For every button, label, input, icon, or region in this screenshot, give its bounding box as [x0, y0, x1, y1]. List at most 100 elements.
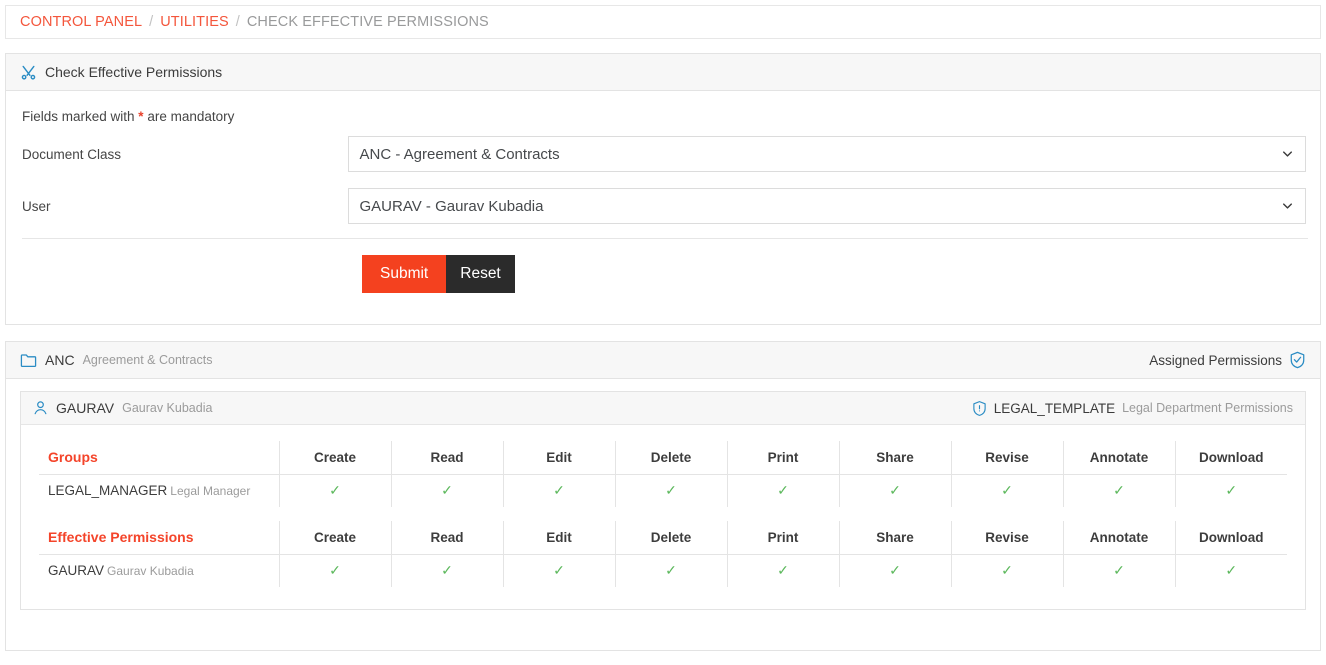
- row-subject: LEGAL_MANAGERLegal Manager: [39, 474, 279, 507]
- column-header-share: Share: [839, 441, 951, 474]
- permission-cell-edit: ✓: [503, 474, 615, 507]
- permission-cell-read: ✓: [391, 554, 503, 587]
- mandatory-note-before: Fields marked with: [22, 109, 138, 124]
- submit-button[interactable]: Submit: [362, 255, 446, 293]
- permission-cell-revise: ✓: [951, 474, 1063, 507]
- document-class-select-wrapper[interactable]: ANC - Agreement & Contracts: [348, 136, 1307, 172]
- results-panel-heading: ANC Agreement & Contracts Assigned Permi…: [6, 342, 1320, 379]
- column-header-revise: Revise: [951, 521, 1063, 554]
- results-body: GAURAV Gaurav Kubadia LEGAL_TEMPLATE Leg…: [6, 379, 1320, 624]
- permission-cell-download: ✓: [1175, 474, 1287, 507]
- user-card-title: GAURAV Gaurav Kubadia: [33, 400, 212, 416]
- check-icon: ✓: [329, 562, 341, 578]
- breadcrumb-separator: /: [149, 14, 153, 30]
- column-header-download: Download: [1175, 521, 1287, 554]
- check-icon: ✓: [1225, 482, 1237, 498]
- permission-cell-revise: ✓: [951, 554, 1063, 587]
- column-header-annotate: Annotate: [1063, 441, 1175, 474]
- breadcrumb-item-utilities[interactable]: UTILITIES: [160, 14, 229, 30]
- row-subject-code: LEGAL_MANAGER: [48, 483, 167, 498]
- permission-cell-print: ✓: [727, 554, 839, 587]
- assigned-permissions-label: Assigned Permissions: [1149, 353, 1282, 368]
- column-header-share: Share: [839, 521, 951, 554]
- check-effective-permissions-panel: Check Effective Permissions Fields marke…: [5, 53, 1321, 325]
- template-tag: LEGAL_TEMPLATE Legal Department Permissi…: [972, 400, 1293, 417]
- check-icon: ✓: [441, 482, 453, 498]
- doc-class-name: Agreement & Contracts: [83, 353, 213, 367]
- results-panel-title: ANC Agreement & Contracts: [20, 352, 212, 368]
- form-panel-heading: Check Effective Permissions: [6, 54, 1320, 91]
- tables-mount: GroupsCreateReadEditDeletePrintShareRevi…: [39, 441, 1287, 587]
- document-class-select[interactable]: ANC - Agreement & Contracts: [348, 136, 1307, 172]
- permissions-table: Effective PermissionsCreateReadEditDelet…: [39, 521, 1287, 587]
- check-icon: ✓: [889, 482, 901, 498]
- doc-class-code: ANC: [45, 352, 75, 368]
- check-icon: ✓: [1001, 562, 1013, 578]
- user-permissions-card: GAURAV Gaurav Kubadia LEGAL_TEMPLATE Leg…: [20, 391, 1306, 610]
- check-icon: ✓: [889, 562, 901, 578]
- reset-button[interactable]: Reset: [446, 255, 515, 293]
- permission-cell-annotate: ✓: [1063, 474, 1175, 507]
- user-name: Gaurav Kubadia: [122, 401, 212, 415]
- breadcrumb-item-control-panel[interactable]: CONTROL PANEL: [20, 14, 142, 30]
- column-header-create: Create: [279, 521, 391, 554]
- table-gap: [39, 507, 1287, 521]
- check-icon: ✓: [553, 482, 565, 498]
- folder-icon: [20, 352, 37, 368]
- table-row: GAURAVGaurav Kubadia ✓ ✓ ✓ ✓ ✓ ✓ ✓ ✓ ✓: [39, 554, 1287, 587]
- column-header-edit: Edit: [503, 441, 615, 474]
- column-header-print: Print: [727, 521, 839, 554]
- user-select-wrapper[interactable]: GAURAV - Gaurav Kubadia: [348, 188, 1307, 224]
- check-icon: ✓: [1113, 482, 1125, 498]
- permission-cell-delete: ✓: [615, 554, 727, 587]
- table-header-row: Effective PermissionsCreateReadEditDelet…: [39, 521, 1287, 554]
- assigned-permissions-tag: Assigned Permissions: [1149, 351, 1306, 369]
- column-header-read: Read: [391, 441, 503, 474]
- table-lead-header: Effective Permissions: [39, 521, 279, 554]
- check-icon: ✓: [665, 562, 677, 578]
- user-icon: [33, 400, 48, 416]
- permission-cell-share: ✓: [839, 474, 951, 507]
- check-icon: ✓: [329, 482, 341, 498]
- column-header-read: Read: [391, 521, 503, 554]
- template-name: Legal Department Permissions: [1122, 401, 1293, 415]
- mandatory-note-after: are mandatory: [144, 109, 235, 124]
- permission-cell-edit: ✓: [503, 554, 615, 587]
- column-header-delete: Delete: [615, 521, 727, 554]
- column-header-annotate: Annotate: [1063, 521, 1175, 554]
- check-icon: ✓: [441, 562, 453, 578]
- form-panel-title: Check Effective Permissions: [20, 64, 222, 81]
- column-header-print: Print: [727, 441, 839, 474]
- permissions-tables: GroupsCreateReadEditDeletePrintShareRevi…: [21, 425, 1305, 609]
- permission-cell-share: ✓: [839, 554, 951, 587]
- breadcrumb-item-current: CHECK EFFECTIVE PERMISSIONS: [247, 14, 489, 30]
- column-header-create: Create: [279, 441, 391, 474]
- breadcrumb-separator: /: [236, 14, 240, 30]
- form-panel-title-text: Check Effective Permissions: [45, 64, 222, 80]
- check-icon: ✓: [1113, 562, 1125, 578]
- form-button-row: Submit Reset: [20, 255, 1306, 293]
- tools-icon: [20, 64, 37, 81]
- row-subject-name: Gaurav Kubadia: [107, 564, 194, 578]
- check-icon: ✓: [1225, 562, 1237, 578]
- permission-cell-read: ✓: [391, 474, 503, 507]
- check-icon: ✓: [665, 482, 677, 498]
- table-row: LEGAL_MANAGERLegal Manager ✓ ✓ ✓ ✓ ✓ ✓ ✓ ✓ ✓: [39, 474, 1287, 507]
- assigned-permissions-panel: ANC Agreement & Contracts Assigned Permi…: [5, 341, 1321, 651]
- check-icon: ✓: [777, 482, 789, 498]
- user-label: User: [20, 199, 348, 214]
- table-header-row: GroupsCreateReadEditDeletePrintShareRevi…: [39, 441, 1287, 474]
- shield-check-icon: [1289, 351, 1306, 369]
- column-header-edit: Edit: [503, 521, 615, 554]
- column-header-revise: Revise: [951, 441, 1063, 474]
- template-code: LEGAL_TEMPLATE: [994, 401, 1115, 416]
- check-icon: ✓: [777, 562, 789, 578]
- user-select[interactable]: GAURAV - Gaurav Kubadia: [348, 188, 1307, 224]
- table-lead-header: Groups: [39, 441, 279, 474]
- permission-cell-delete: ✓: [615, 474, 727, 507]
- form-row-user: User GAURAV - Gaurav Kubadia: [20, 188, 1306, 224]
- column-header-download: Download: [1175, 441, 1287, 474]
- row-subject-code: GAURAV: [48, 563, 104, 578]
- form-row-document-class: Document Class ANC - Agreement & Contrac…: [20, 136, 1306, 172]
- shield-lock-icon: [972, 400, 987, 417]
